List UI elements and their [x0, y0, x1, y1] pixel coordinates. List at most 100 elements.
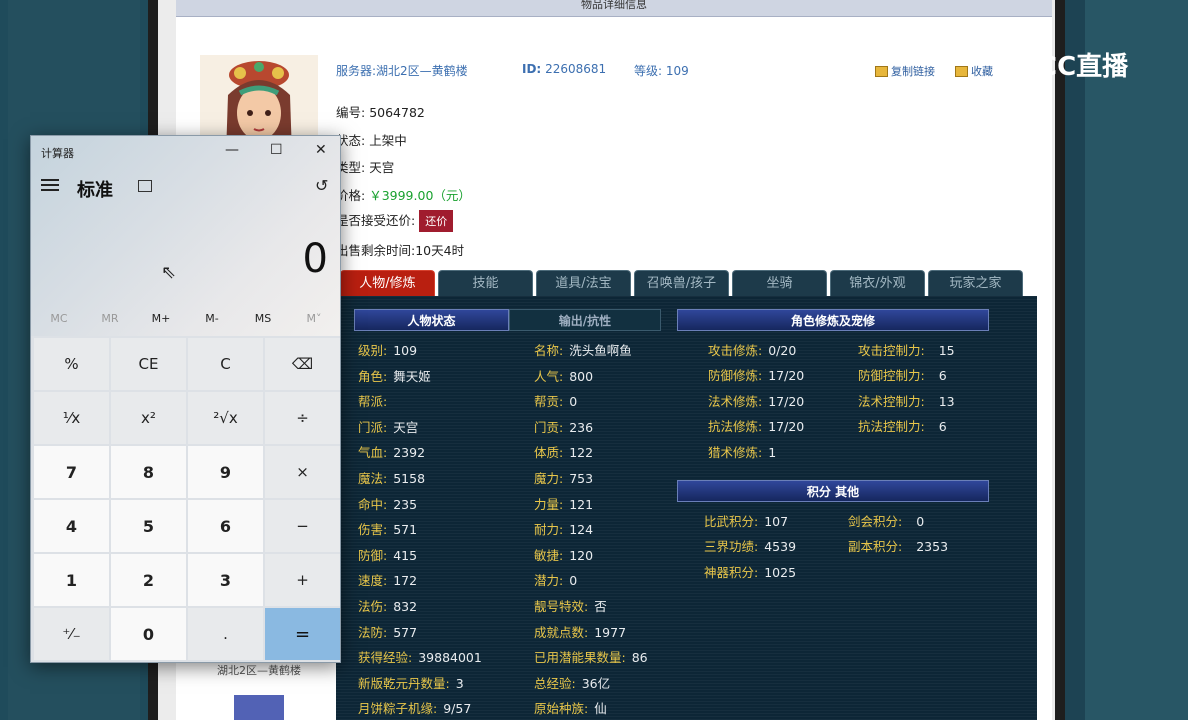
watermark-text: CC直播 — [1038, 52, 1129, 82]
backspace-button[interactable]: ⌫ — [265, 338, 340, 390]
plus-button[interactable]: + — [265, 554, 340, 606]
favorite-button[interactable]: 收藏 — [955, 63, 993, 79]
stat-key: 三界功绩: — [704, 539, 759, 555]
stat-row: 人气: 800 — [534, 366, 593, 385]
cultivation-header: 角色修炼及宠修 — [677, 309, 989, 331]
minus-button[interactable]: − — [265, 500, 340, 552]
char-state-header[interactable]: 人物状态 — [354, 309, 509, 331]
counter-offer-button[interactable]: 还价 — [419, 210, 454, 232]
decimal-button[interactable]: . — [188, 608, 263, 660]
nine-button[interactable]: 9 — [188, 446, 263, 498]
memory-ms-button[interactable]: MS — [238, 312, 288, 325]
stat-value: 415 — [393, 547, 418, 563]
output-header[interactable]: 输出/抗性 — [509, 309, 661, 331]
row-label: 是否接受还价: — [336, 213, 416, 228]
stat-row: 帮派: — [358, 391, 393, 410]
stat-key: 人气: — [534, 368, 564, 384]
stat-key: 获得经验: — [358, 650, 413, 666]
eight-button[interactable]: 8 — [111, 446, 186, 498]
stat-key: 比武积分: — [704, 514, 759, 529]
stat-row: 敏捷: 120 — [534, 545, 593, 564]
tab-home[interactable]: 玩家之家 — [928, 270, 1023, 296]
memory-m--button[interactable]: M- — [187, 312, 237, 325]
memory-m+-button[interactable]: M+ — [136, 312, 186, 325]
stat-value: 172 — [393, 573, 418, 589]
tab-mounts[interactable]: 坐骑 — [732, 270, 827, 296]
row-value: 上架中 — [369, 133, 407, 148]
memory-mr-button[interactable]: MR — [85, 312, 135, 325]
stat-key: 角色: — [358, 368, 388, 384]
page-top-title: 物品详细信息 — [176, 0, 1052, 17]
stat-key: 抗法控制力: — [858, 419, 925, 435]
stat-key: 成就点数: — [534, 624, 589, 640]
stat-key: 攻击控制力: — [858, 343, 925, 358]
stat-row: 抗法修炼: 17/20 — [708, 416, 804, 435]
tab-outfits[interactable]: 锦衣/外观 — [830, 270, 925, 296]
divide-button[interactable]: ÷ — [265, 392, 340, 444]
id-label: ID: — [522, 62, 542, 76]
three-button[interactable]: 3 — [188, 554, 263, 606]
equals-button[interactable]: = — [265, 608, 340, 660]
six-button[interactable]: 6 — [188, 500, 263, 552]
stat-key: 法防: — [358, 624, 388, 640]
stat-value: 121 — [569, 496, 594, 512]
stat-row: 攻击修炼: 0/20 — [708, 340, 796, 359]
stat-value: 仙 — [594, 701, 607, 717]
right-background — [1065, 0, 1188, 720]
stat-value: 1025 — [764, 564, 797, 580]
stat-key: 速度: — [358, 573, 388, 589]
stat-value: 13 — [938, 393, 955, 409]
copy-link-label: 复制链接 — [891, 65, 935, 78]
one-button[interactable]: 1 — [34, 554, 109, 606]
reciprocal-button[interactable]: ¹⁄x — [34, 392, 109, 444]
square-root-button[interactable]: ²√x — [188, 392, 263, 444]
memory-m-button[interactable]: M˅ — [289, 312, 339, 325]
zero-button[interactable]: 0 — [111, 608, 186, 660]
tab-skills[interactable]: 技能 — [438, 270, 533, 296]
server-label: 服务器: — [336, 64, 377, 78]
seven-button[interactable]: 7 — [34, 446, 109, 498]
stat-value: 15 — [938, 343, 955, 358]
five-button[interactable]: 5 — [111, 500, 186, 552]
stat-row: 成就点数: 1977 — [534, 622, 626, 641]
two-button[interactable]: 2 — [111, 554, 186, 606]
clear-button[interactable]: C — [188, 338, 263, 390]
minimize-button[interactable]: — — [225, 142, 239, 158]
tab-summons[interactable]: 召唤兽/孩子 — [634, 270, 729, 296]
negate-button[interactable]: ⁺⁄₋ — [34, 608, 109, 660]
stat-key: 防御修炼: — [708, 368, 763, 384]
stat-row — [848, 562, 862, 577]
stat-row: 抗法控制力: 6 — [858, 416, 947, 435]
keep-on-top-icon[interactable] — [138, 180, 152, 192]
stat-row: 伤害: 571 — [358, 519, 417, 538]
stat-row: 耐力: 124 — [534, 519, 593, 538]
stat-row: 获得经验: 39884001 — [358, 647, 482, 666]
four-button[interactable]: 4 — [34, 500, 109, 552]
bottom-server-label: 湖北2区—黄鹤楼 — [217, 664, 301, 677]
stat-row: 比武积分: 107 — [704, 511, 788, 530]
stat-key: 靓号特效: — [534, 599, 589, 614]
detail-tabs: 人物/修炼 技能 道具/法宝 召唤兽/孩子 坐骑 锦衣/外观 玩家之家 — [340, 270, 1023, 296]
multiply-button[interactable]: × — [265, 446, 340, 498]
stat-key: 抗法修炼: — [708, 419, 763, 435]
points-header: 积分 其他 — [677, 480, 989, 502]
clear-entry-button[interactable]: CE — [111, 338, 186, 390]
hamburger-menu-icon[interactable] — [41, 179, 59, 191]
stats-panel: 人物状态 输出/抗性 角色修炼及宠修 积分 其他 级别: 109 角色: 舞天姬 帮派:… — [336, 296, 1037, 720]
tab-items[interactable]: 道具/法宝 — [536, 270, 631, 296]
row-value: 10天4时 — [415, 243, 465, 258]
stat-value: 2353 — [916, 539, 949, 555]
stat-value: 9/57 — [443, 701, 472, 717]
percent-button[interactable]: % — [34, 338, 109, 390]
stat-key: 耐力: — [534, 522, 564, 538]
maximize-button[interactable]: ☐ — [270, 142, 283, 158]
copy-link-button[interactable]: 复制链接 — [875, 63, 935, 79]
memory-mc-button[interactable]: MC — [34, 312, 84, 325]
calculator-mode: 标准 — [77, 180, 113, 201]
stat-value: 1 — [768, 444, 777, 460]
stat-key: 魔法: — [358, 471, 388, 486]
square-button[interactable]: x² — [111, 392, 186, 444]
tab-character[interactable]: 人物/修炼 — [340, 270, 435, 296]
close-button[interactable]: ✕ — [315, 142, 327, 158]
history-icon[interactable]: ↺ — [315, 176, 328, 195]
